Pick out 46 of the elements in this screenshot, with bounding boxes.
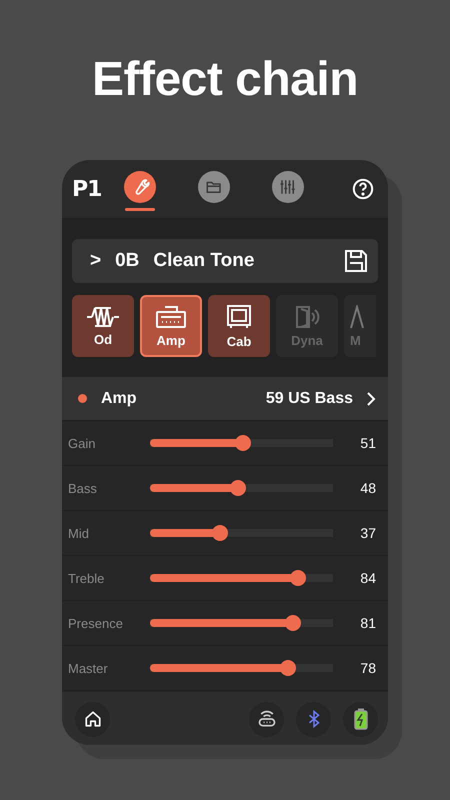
headline: Effect chain — [90, 52, 360, 107]
param-value: 48 — [360, 480, 376, 496]
slider-thumb[interactable] — [212, 525, 228, 541]
door-signal-icon — [293, 304, 321, 328]
slider-thumb[interactable] — [235, 435, 252, 451]
wireless-button[interactable] — [249, 702, 284, 736]
effect-block[interactable]: Cab — [208, 295, 270, 357]
slider-thumb[interactable] — [230, 480, 246, 496]
param-label: Presence — [68, 616, 124, 630]
module-name: Amp — [101, 390, 137, 408]
battery-icon — [354, 708, 368, 730]
battery-button[interactable] — [343, 702, 378, 736]
param-value: 37 — [360, 525, 376, 541]
coil-icon — [86, 306, 120, 328]
peak-icon — [350, 304, 364, 328]
wireless-receiver-icon — [256, 709, 276, 729]
effect-block[interactable]: Amp — [140, 295, 202, 357]
mixer-icon — [279, 178, 297, 196]
help-icon — [352, 178, 374, 200]
amplifier-icon — [155, 304, 187, 328]
effect-block[interactable]: Od — [72, 295, 134, 357]
param-label: Gain — [68, 436, 96, 450]
param-value: 78 — [360, 660, 376, 676]
preset-name: Clean Tone — [153, 250, 254, 272]
save-icon — [344, 249, 368, 273]
bluetooth-button[interactable] — [296, 702, 331, 736]
help-button[interactable] — [352, 178, 374, 200]
model-name[interactable]: 59 US Bass — [266, 390, 353, 408]
slider-thumb[interactable] — [285, 615, 302, 631]
param-label: Master — [68, 660, 109, 676]
param-value: 81 — [360, 615, 376, 631]
preset-number: 0B — [115, 250, 140, 272]
param-value: 51 — [360, 435, 376, 451]
param-label: Bass — [68, 480, 98, 496]
home-icon — [84, 710, 102, 728]
home-button[interactable] — [75, 702, 110, 736]
expand-caret[interactable]: > — [90, 250, 102, 272]
slider-thumb[interactable] — [280, 660, 296, 676]
app-logo: P1 — [72, 176, 102, 202]
cabinet-icon — [226, 304, 252, 330]
slider-thumb[interactable] — [290, 570, 306, 586]
chevron-icon[interactable] — [367, 392, 376, 406]
param-label: Treble — [68, 570, 106, 586]
param-label: Mid — [68, 526, 90, 540]
save-button[interactable] — [344, 249, 368, 273]
param-value: 84 — [360, 570, 376, 586]
